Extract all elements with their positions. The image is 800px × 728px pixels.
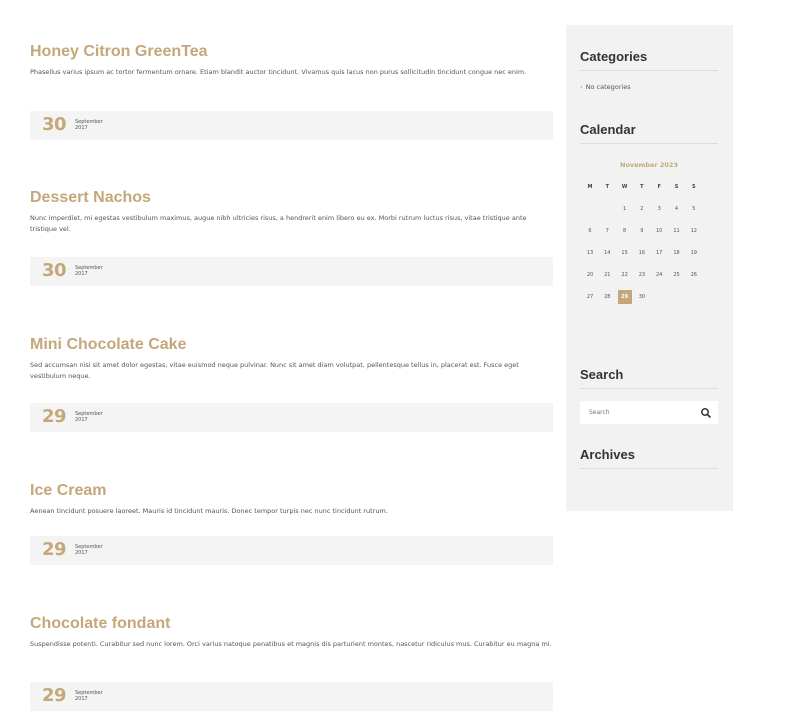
post-date: 29 September 2017 xyxy=(30,403,553,432)
archives-title: Archives xyxy=(580,447,718,469)
post-date: 30 September 2017 xyxy=(30,257,553,286)
post-title[interactable]: Ice Cream xyxy=(30,481,553,501)
calendar-weekday: S xyxy=(691,184,696,190)
post-item: Mini Chocolate Cake Sed accumsan nisi si… xyxy=(30,335,553,432)
post-title[interactable]: Dessert Nachos xyxy=(30,188,553,208)
calendar-weekday: T xyxy=(605,184,609,190)
calendar-day[interactable]: 10 xyxy=(652,224,666,238)
calendar-day[interactable]: 21 xyxy=(600,268,614,282)
calendar-day[interactable]: 17 xyxy=(652,246,666,260)
calendar-weekday: M xyxy=(587,184,593,190)
post-date: 29 September 2017 xyxy=(30,536,553,565)
calendar-day[interactable]: 13 xyxy=(583,246,597,260)
post-item: Ice Cream Aenean tincidunt posuere laore… xyxy=(30,481,553,565)
calendar-day[interactable]: 24 xyxy=(652,268,666,282)
date-day: 29 xyxy=(42,685,67,706)
post-excerpt: Suspendisse potenti. Curabitur sed nunc … xyxy=(30,640,552,648)
date-day: 29 xyxy=(42,539,67,560)
calendar-day[interactable]: 28 xyxy=(600,290,614,304)
calendar-day[interactable]: 18 xyxy=(670,246,684,260)
calendar-day[interactable]: 11 xyxy=(670,224,684,238)
date-day: 29 xyxy=(42,406,67,427)
categories-empty-text: No categories xyxy=(585,83,631,91)
post-title[interactable]: Mini Chocolate Cake xyxy=(30,335,553,355)
sidebar: Categories › No categories Calendar Novem… xyxy=(566,25,733,511)
categories-title: Categories xyxy=(580,49,718,71)
categories-empty-item: › No categories xyxy=(580,83,631,91)
calendar-day[interactable]: 2 xyxy=(635,202,649,216)
calendar-day[interactable]: 22 xyxy=(618,268,632,282)
date-day: 30 xyxy=(42,114,67,135)
calendar-day[interactable]: 30 xyxy=(635,290,649,304)
calendar-day[interactable]: 7 xyxy=(600,224,614,238)
calendar-day[interactable]: 23 xyxy=(635,268,649,282)
post-excerpt: Phasellus varius ipsum ac tortor ferment… xyxy=(30,68,527,76)
calendar-day[interactable]: 19 xyxy=(687,246,701,260)
calendar-weekday: S xyxy=(674,184,679,190)
calendar-day[interactable]: 26 xyxy=(687,268,701,282)
calendar-day[interactable]: 8 xyxy=(618,224,632,238)
search-title: Search xyxy=(580,367,718,389)
calendar-day[interactable]: 27 xyxy=(583,290,597,304)
post-date: 29 September 2017 xyxy=(30,682,553,711)
calendar-weekday: F xyxy=(657,184,661,190)
post-excerpt: Aenean tincidunt posuere laoreet. Mauris… xyxy=(30,507,388,515)
post-title[interactable]: Honey Citron GreenTea xyxy=(30,42,553,62)
date-day: 30 xyxy=(42,260,67,281)
chevron-right-icon: › xyxy=(580,83,583,91)
post-item: Honey Citron GreenTea Phasellus varius i… xyxy=(30,42,553,140)
calendar-day[interactable]: 25 xyxy=(670,268,684,282)
date-year: 2017 xyxy=(75,271,88,277)
calendar-weekday: T xyxy=(640,184,644,190)
post-title[interactable]: Chocolate fondant xyxy=(30,614,553,634)
calendar-day[interactable]: 14 xyxy=(600,246,614,260)
date-year: 2017 xyxy=(75,125,88,131)
calendar-day[interactable]: 15 xyxy=(618,246,632,260)
post-excerpt: Nunc imperdiet, mi egestas vestibulum ma… xyxy=(30,214,527,233)
calendar-day[interactable]: 6 xyxy=(583,224,597,238)
calendar-day[interactable]: 4 xyxy=(670,202,684,216)
date-year: 2017 xyxy=(75,417,88,423)
calendar-day[interactable]: 16 xyxy=(635,246,649,260)
calendar-day[interactable]: 3 xyxy=(652,202,666,216)
post-item: Dessert Nachos Nunc imperdiet, mi egesta… xyxy=(30,188,553,286)
date-year: 2017 xyxy=(75,696,88,702)
date-year: 2017 xyxy=(75,550,88,556)
calendar-day[interactable]: 20 xyxy=(583,268,597,282)
search-input[interactable] xyxy=(580,401,698,424)
calendar-caption: November 2023 xyxy=(620,161,678,169)
calendar-weekday: W xyxy=(621,184,628,190)
calendar-day[interactable]: 1 xyxy=(618,202,632,216)
calendar-day[interactable]: 5 xyxy=(687,202,701,216)
calendar-day[interactable]: 9 xyxy=(635,224,649,238)
calendar-day-today[interactable]: 29 xyxy=(617,290,632,304)
search-form xyxy=(580,401,718,424)
calendar-title: Calendar xyxy=(580,122,718,144)
post-excerpt: Sed accumsan nisi sit amet dolor egestas… xyxy=(30,361,519,380)
search-icon[interactable] xyxy=(700,406,712,418)
post-date: 30 September 2017 xyxy=(30,111,553,140)
calendar-day[interactable]: 12 xyxy=(687,224,701,238)
post-item: Chocolate fondant Suspendisse potenti. C… xyxy=(30,614,553,711)
